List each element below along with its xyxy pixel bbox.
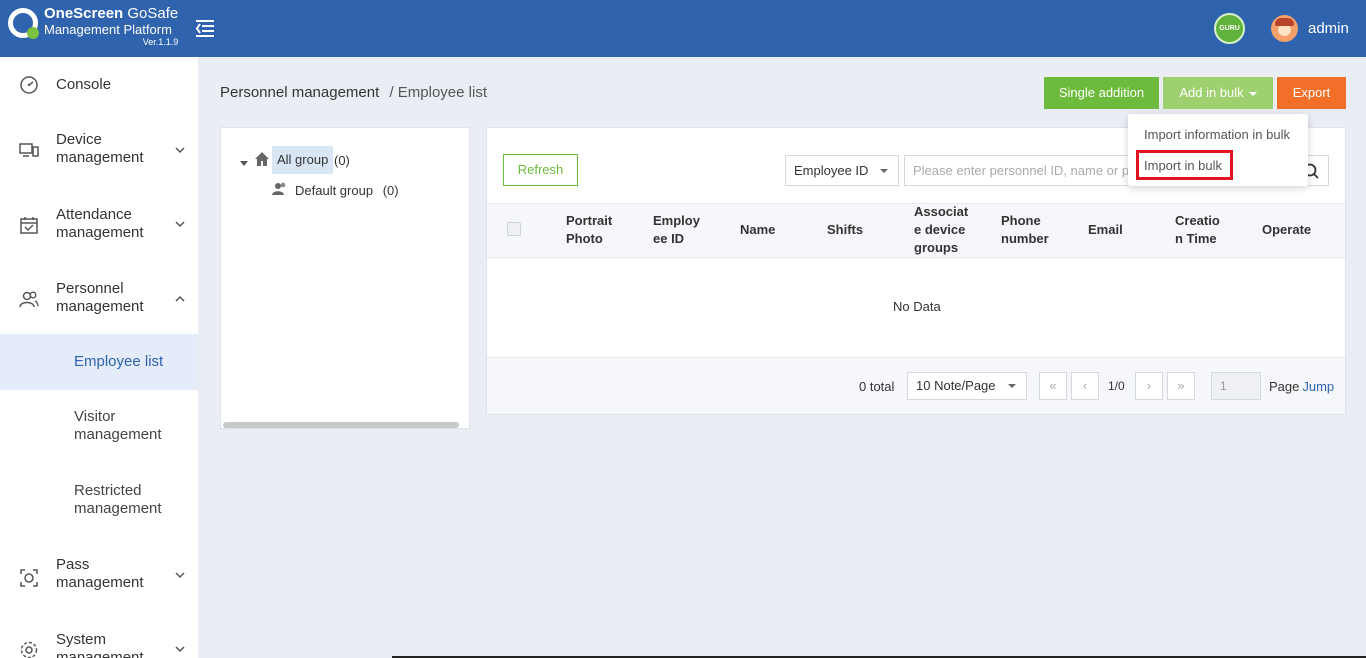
add-in-bulk-button[interactable]: Add in bulk <box>1163 77 1273 109</box>
guru-badge-icon[interactable]: GURU <box>1214 13 1245 44</box>
home-icon <box>254 151 270 170</box>
first-page-button[interactable]: « <box>1039 372 1067 400</box>
chevron-down-icon <box>174 568 186 580</box>
users-icon <box>19 289 39 309</box>
sidebar-item-system[interactable]: System management <box>0 612 198 658</box>
sidebar-subitem-restricted[interactable]: Restricted management <box>0 464 198 538</box>
sidebar-item-label: System management <box>56 631 144 658</box>
sidebar-item-label: Pass management <box>56 556 144 591</box>
empty-state-text: No Data <box>893 299 941 314</box>
breadcrumb-personnel[interactable]: Personnel management <box>220 84 379 101</box>
horizontal-scrollbar[interactable] <box>223 422 459 428</box>
page-size-select[interactable]: 10 Note/Page <box>907 372 1027 400</box>
brand-title: OneScreen GoSafe Management Platform Ver… <box>44 6 178 47</box>
page-size-value: 10 Note/Page <box>916 378 996 393</box>
chevron-up-icon <box>174 292 186 304</box>
version-label: Ver.1.1.9 <box>142 37 179 47</box>
add-in-bulk-label: Add in bulk <box>1179 85 1244 100</box>
username[interactable]: admin <box>1308 20 1349 37</box>
sidebar-item-device[interactable]: Device management <box>0 113 198 187</box>
brand-product: GoSafe <box>123 5 179 22</box>
highlight-annotation <box>1136 150 1233 180</box>
export-button[interactable]: Export <box>1277 77 1346 109</box>
gear-icon <box>19 640 39 658</box>
prev-page-button[interactable]: ‹ <box>1071 372 1099 400</box>
search-field-select[interactable]: Employee ID <box>785 155 899 186</box>
column-header: Operate <box>1262 222 1312 237</box>
column-header: Creatio n Time <box>1175 213 1220 246</box>
refresh-button[interactable]: Refresh <box>503 154 578 186</box>
sidebar-item-label: Attendance management <box>56 206 144 241</box>
tree-node-count: (0) <box>382 183 399 198</box>
top-header: OneScreen GoSafe Management Platform Ver… <box>0 0 1366 57</box>
tree-expand-icon[interactable] <box>240 155 248 170</box>
sidebar-item-label: Console <box>56 76 112 93</box>
sidebar-subitem-label: Visitor management <box>74 408 162 443</box>
select-all-checkbox[interactable] <box>507 222 521 236</box>
face-scan-icon <box>19 568 39 588</box>
sidebar-item-label: Personnel management <box>56 280 144 315</box>
column-header: Employ ee ID <box>653 213 700 246</box>
monitor-icon <box>19 140 39 160</box>
tree-node-label: All group <box>277 152 329 167</box>
column-header: Shifts <box>827 222 864 237</box>
single-addition-label: Single addition <box>1058 85 1145 100</box>
dropdown-item-import-information[interactable]: Import information in bulk <box>1144 127 1290 142</box>
column-header: Portrait Photo <box>566 213 613 246</box>
export-label: Export <box>1292 85 1331 100</box>
group-users-icon <box>272 182 288 199</box>
tree-node-default-group[interactable]: Default group (0) <box>295 183 399 198</box>
sidebar-item-label: Device management <box>56 131 144 166</box>
brand-logo-icon <box>8 8 39 39</box>
tree-node-count: (0) <box>334 153 350 168</box>
refresh-label: Refresh <box>517 162 564 177</box>
breadcrumb: Personnel management / Employee list <box>220 84 487 101</box>
dashboard-icon <box>19 75 39 95</box>
brand-subtitle: Management Platform <box>44 22 172 37</box>
breadcrumb-separator: / <box>389 84 394 101</box>
chevron-down-icon <box>174 642 186 654</box>
last-page-button[interactable]: » <box>1167 372 1195 400</box>
sidebar-subitem-visitor[interactable]: Visitor management <box>0 390 198 464</box>
sidebar: Console Device management Attendance man… <box>0 57 198 658</box>
column-header: Name <box>740 222 776 237</box>
caret-down-icon <box>880 169 888 173</box>
page-label: Page <box>1269 379 1300 394</box>
column-header: Email <box>1088 222 1123 237</box>
tree-node-label: Default group <box>295 183 374 198</box>
calendar-check-icon <box>19 215 39 235</box>
total-count: 0 total <box>859 379 895 394</box>
collapse-menu-icon[interactable] <box>194 17 216 39</box>
jump-link[interactable]: Jump <box>1302 379 1334 394</box>
page-jump-group: Page Jump <box>1269 379 1334 394</box>
sidebar-subitem-label: Restricted management <box>74 482 162 517</box>
sidebar-item-attendance[interactable]: Attendance management <box>0 187 198 261</box>
caret-down-icon <box>1248 91 1257 96</box>
sidebar-item-console[interactable]: Console <box>0 57 198 113</box>
breadcrumb-employee-list: Employee list <box>397 84 487 101</box>
user-avatar[interactable] <box>1271 15 1298 42</box>
single-addition-button[interactable]: Single addition <box>1044 77 1159 109</box>
sidebar-item-pass[interactable]: Pass management <box>0 538 198 612</box>
sidebar-subitem-employee-list[interactable]: Employee list <box>0 334 198 390</box>
caret-down-icon <box>1008 384 1016 388</box>
select-value: Employee ID <box>794 163 869 178</box>
chevron-down-icon <box>174 217 186 229</box>
sidebar-subitem-label: Employee list <box>74 353 164 370</box>
brand-name: OneScreen <box>44 5 124 22</box>
sidebar-item-personnel[interactable]: Personnel management <box>0 261 198 334</box>
column-header: Phone number <box>1001 213 1049 246</box>
chevron-down-icon <box>174 143 186 155</box>
group-tree-panel <box>220 127 470 429</box>
column-header: Associat e device groups <box>914 204 969 255</box>
tree-node-all-group[interactable]: All group <box>272 146 334 174</box>
jump-page-input[interactable]: 1 <box>1211 372 1261 400</box>
page-indicator: 1/0 <box>1108 379 1125 393</box>
next-page-button[interactable]: › <box>1135 372 1163 400</box>
